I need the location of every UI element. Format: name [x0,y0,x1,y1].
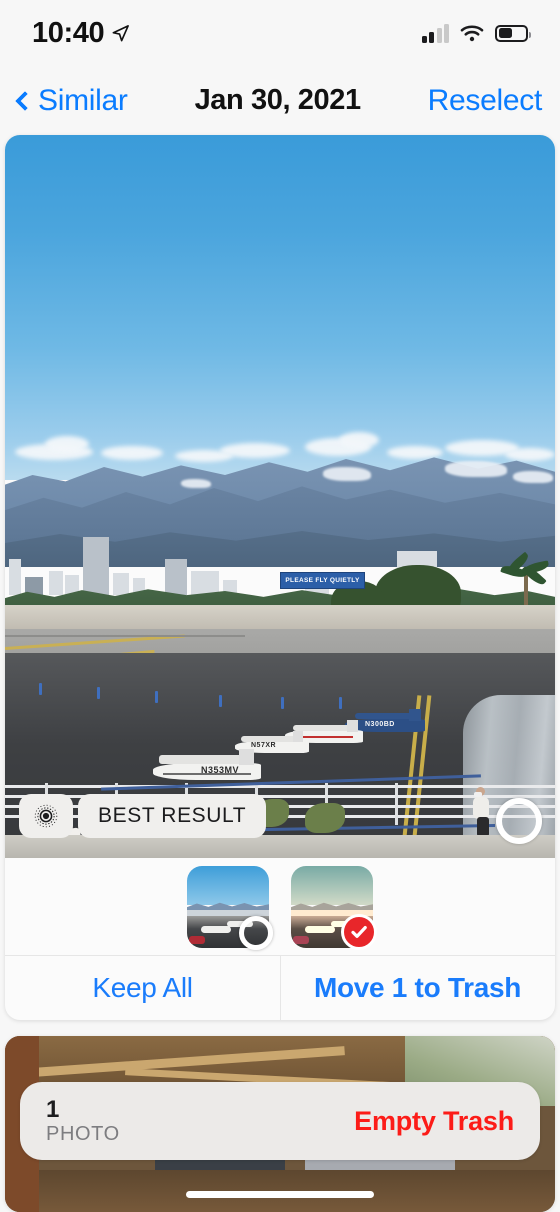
checkmark-circle-icon[interactable] [341,913,377,950]
move-to-trash-button[interactable]: Move 1 to Trash [280,956,555,1020]
battery-icon [495,24,531,42]
cellular-bars-icon [421,23,449,43]
chevron-left-icon [15,90,35,111]
navigation-bar: Similar Jan 30, 2021 Reselect [0,66,560,135]
status-time: 10:40 [32,16,105,49]
status-bar: 10:40 [0,0,560,66]
location-arrow-icon [112,24,130,41]
photo-comparison-card: PLEASE FLY QUIETLY N300BD N57XR N353MV B… [5,135,555,1020]
trash-unit-label: PHOTO [46,1123,120,1145]
keep-all-button[interactable]: Keep All [5,956,280,1020]
status-bar-left: 10:40 [32,17,130,50]
best-result-pill: BEST RESULT [78,794,267,838]
curb [5,835,555,858]
back-button[interactable]: Similar [15,83,128,118]
keep-all-label: Keep All [92,972,193,1003]
iphone-screen: 10:40 Similar Jan 30, 2021 Reselect PLEA… [0,0,560,1212]
thumbnail-2[interactable] [291,865,377,950]
airport-sign: PLEASE FLY QUIETLY [280,572,365,589]
wifi-icon [460,24,484,41]
action-divider [280,956,281,1020]
move-to-trash-label: Move 1 to Trash [313,972,522,1003]
best-result-badge: BEST RESULT [19,794,267,838]
trash-count-group: 1 PHOTO [46,1096,120,1145]
trash-summary-bar: 1 PHOTO Empty Trash [20,1082,540,1160]
main-photo[interactable]: PLEASE FLY QUIETLY N300BD N57XR N353MV B… [5,135,555,858]
best-result-label: BEST RESULT [98,804,247,827]
page-title: Jan 30, 2021 [194,84,362,116]
back-button-label: Similar [38,83,128,117]
status-bar-right [421,23,531,43]
aircraft-registration: N353MV [201,765,240,775]
photo-content: PLEASE FLY QUIETLY N300BD N57XR N353MV [5,135,555,858]
thumbnail-1[interactable] [187,865,273,950]
photo-select-toggle[interactable] [496,798,542,844]
circle-outline-icon[interactable] [239,915,273,950]
perimeter-wall [5,605,555,631]
airport-sign-text: PLEASE FLY QUIETLY [285,577,360,584]
sparkle-burst-icon [19,794,73,838]
thumbnail-strip [5,858,555,955]
empty-trash-button[interactable]: Empty Trash [354,1106,514,1137]
reselect-button[interactable]: Reselect [428,84,543,118]
home-indicator[interactable] [186,1191,374,1198]
trash-count: 1 [46,1096,60,1123]
